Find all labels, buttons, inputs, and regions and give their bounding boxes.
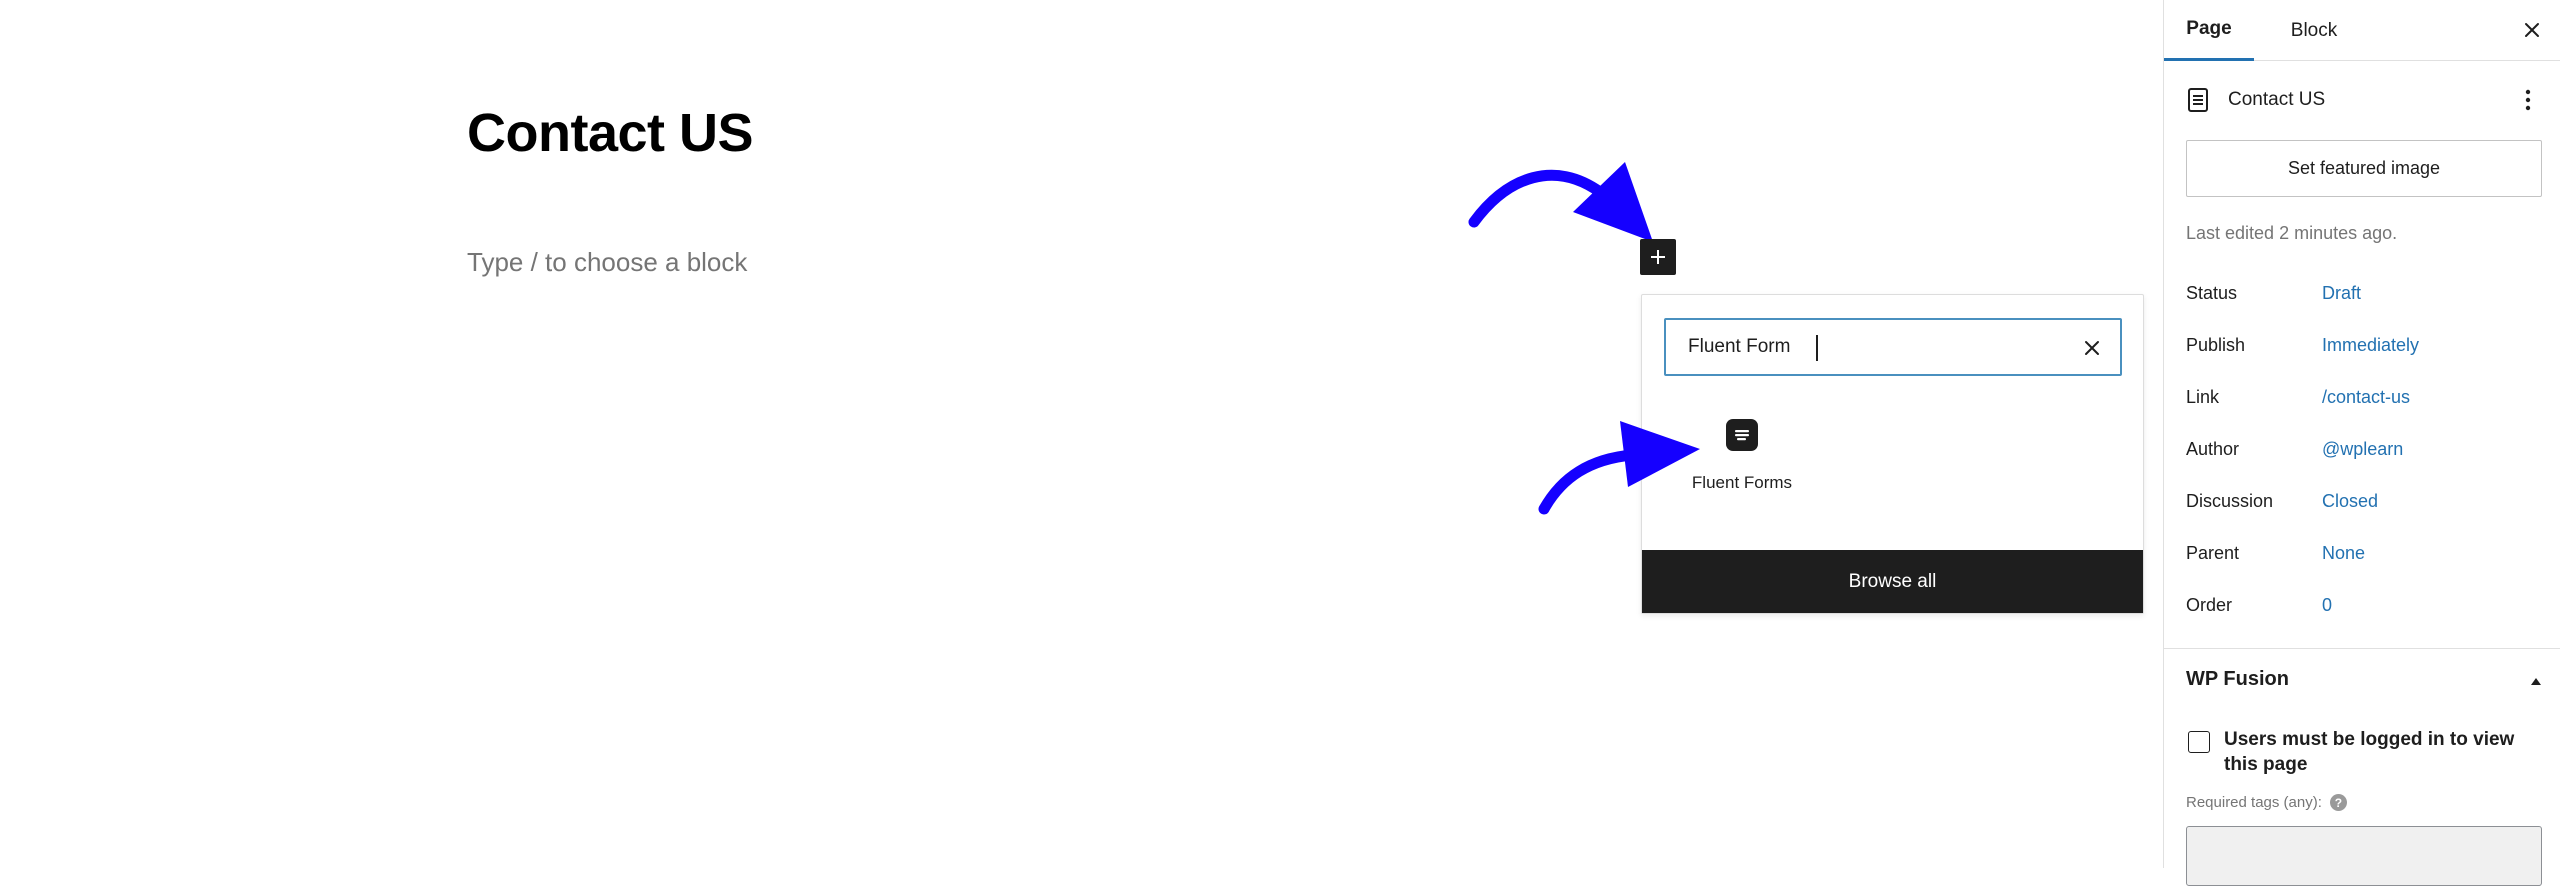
- meta-label: Parent: [2186, 542, 2240, 563]
- panel-divider: [2164, 648, 2560, 649]
- meta-row-author: Author @wplearn: [2186, 434, 2542, 464]
- block-result-label: Fluent Forms: [1691, 473, 1793, 492]
- publish-link[interactable]: Immediately: [2322, 335, 2419, 356]
- tab-block-label: Block: [2290, 19, 2338, 41]
- page-icon: [2188, 88, 2208, 112]
- text-caret: [1816, 335, 1818, 361]
- tab-page[interactable]: Page: [2164, 0, 2254, 61]
- help-icon[interactable]: ?: [2329, 794, 2347, 811]
- browse-all-button[interactable]: Browse all: [1642, 550, 2143, 613]
- block-result-fluent-forms[interactable]: Fluent Forms: [1682, 415, 1802, 515]
- block-placeholder[interactable]: Type / to choose a block: [467, 247, 747, 278]
- meta-row-order: Order 0: [2186, 590, 2542, 620]
- annotation-arrow-icon: [1538, 421, 1700, 515]
- block-inserter-button[interactable]: [1640, 239, 1676, 275]
- close-icon: [2085, 341, 2099, 355]
- block-search-field: [1664, 318, 2122, 376]
- meta-row-parent: Parent None: [2186, 538, 2542, 568]
- meta-label: Discussion: [2186, 490, 2274, 511]
- required-tags-text: Required tags (any):: [2186, 794, 2322, 811]
- parent-link[interactable]: None: [2322, 543, 2365, 564]
- permalink-link[interactable]: /contact-us: [2322, 387, 2410, 408]
- chevron-up-icon: [2531, 678, 2541, 685]
- document-title: Contact US: [2228, 89, 2326, 110]
- set-featured-image-button[interactable]: Set featured image: [2186, 140, 2542, 197]
- quick-inserter-popover: Fluent Forms Browse all: [1538, 294, 2144, 614]
- meta-label: Publish: [2186, 334, 2246, 355]
- logged-in-label[interactable]: Users must be logged in to view this pag…: [2224, 727, 2534, 777]
- more-options-button[interactable]: [2514, 86, 2542, 114]
- wp-fusion-panel-title[interactable]: WP Fusion: [2186, 668, 2289, 691]
- required-tags-input[interactable]: [2186, 826, 2542, 886]
- meta-row-discussion: Discussion Closed: [2186, 486, 2542, 516]
- document-summary: Contact US: [2186, 82, 2542, 118]
- close-icon: [2525, 23, 2539, 37]
- annotation-arrow-icon: [1468, 162, 1653, 242]
- discussion-link[interactable]: Closed: [2322, 491, 2378, 512]
- meta-row-publish: Publish Immediately: [2186, 330, 2542, 360]
- fluent-forms-icon: [1726, 419, 1758, 451]
- required-tags-label: Required tags (any): ?: [2186, 794, 2347, 811]
- sidebar-tabs: Page Block: [2164, 0, 2560, 61]
- close-sidebar-button[interactable]: [2516, 14, 2548, 46]
- status-link[interactable]: Draft: [2322, 283, 2361, 304]
- tab-block[interactable]: Block: [2274, 0, 2354, 61]
- meta-label: Order: [2186, 594, 2233, 615]
- plus-icon: [1651, 250, 1665, 264]
- block-search-input[interactable]: [1666, 320, 2120, 374]
- meta-label: Status: [2186, 282, 2238, 303]
- settings-sidebar: Page Block Contact US Set featured image: [2163, 0, 2560, 886]
- last-edited-text: Last edited 2 minutes ago.: [2186, 223, 2398, 243]
- more-vertical-icon: [2525, 89, 2531, 111]
- author-link[interactable]: @wplearn: [2322, 439, 2403, 460]
- clear-search-button[interactable]: [2078, 334, 2106, 362]
- order-link[interactable]: 0: [2322, 595, 2332, 616]
- meta-row-link: Link /contact-us: [2186, 382, 2542, 412]
- logged-in-checkbox[interactable]: [2188, 731, 2210, 753]
- editor-canvas: Contact US Type / to choose a block Flue…: [0, 0, 2163, 868]
- panel-toggle-button[interactable]: [2526, 672, 2546, 692]
- page-title[interactable]: Contact US: [467, 102, 754, 164]
- meta-label: Link: [2186, 386, 2220, 407]
- meta-label: Author: [2186, 438, 2240, 459]
- tab-page-label: Page: [2186, 18, 2232, 39]
- meta-row-status: Status Draft: [2186, 278, 2542, 308]
